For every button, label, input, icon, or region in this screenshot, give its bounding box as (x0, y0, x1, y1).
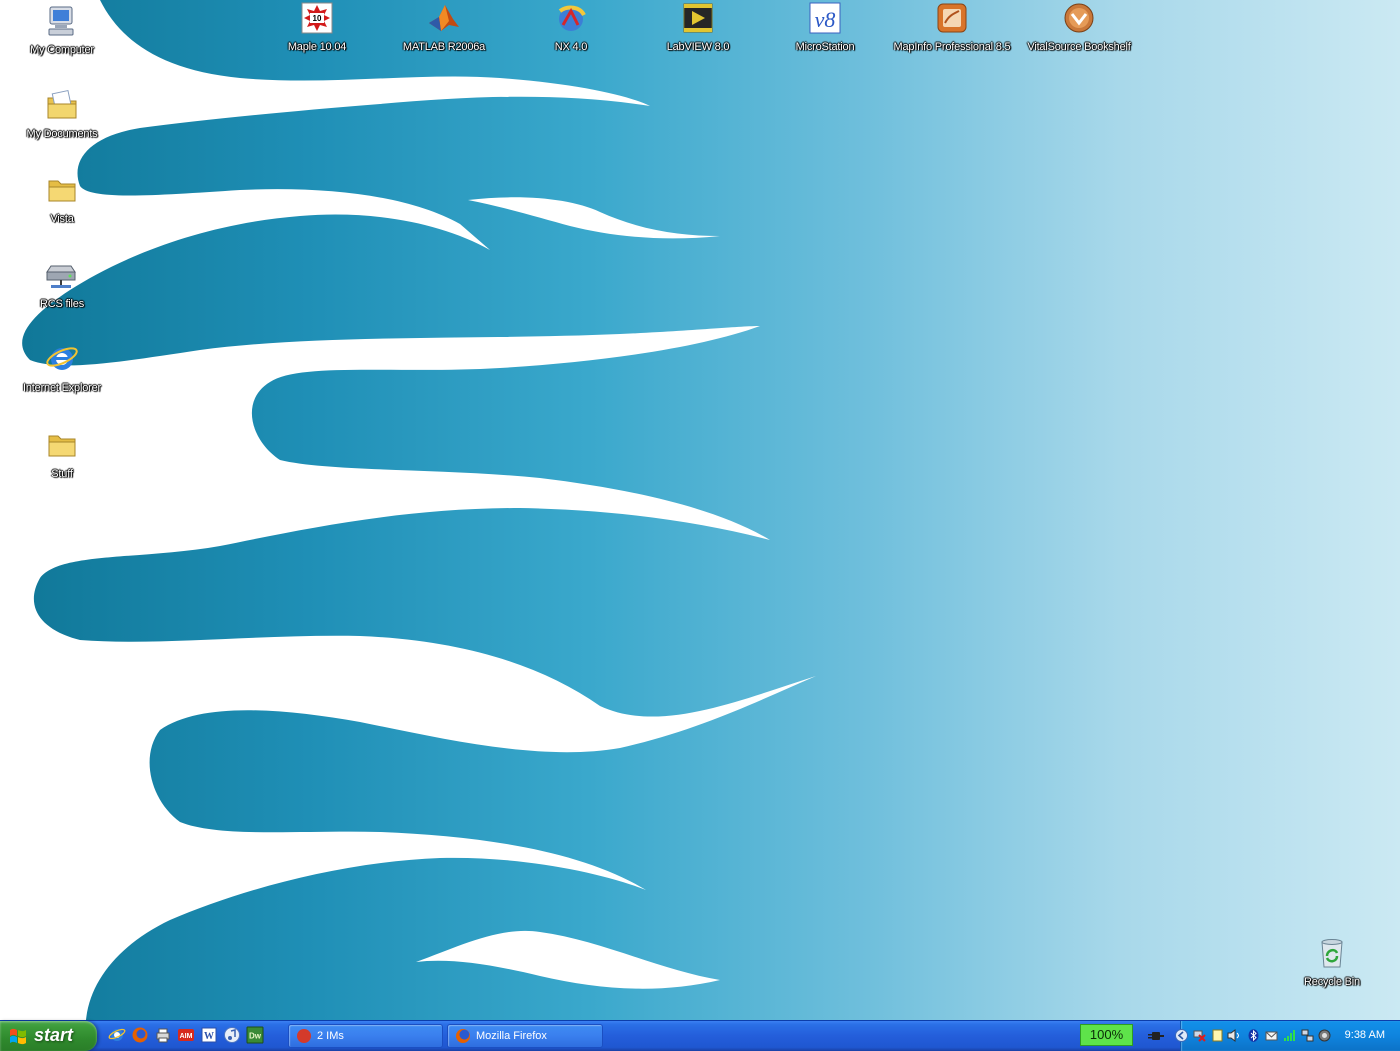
taskbar-button-label: Mozilla Firefox (476, 1030, 547, 1042)
nx-icon (558, 5, 586, 31)
speaker-icon[interactable] (1227, 1029, 1240, 1042)
desktop-icon-label: RCS files (39, 298, 85, 310)
taskbar-button-label: 2 IMs (317, 1030, 344, 1042)
desktop-icon-microstation[interactable]: v8 MicroStation (763, 1, 887, 55)
my-documents-icon (47, 89, 77, 119)
dreamweaver-icon[interactable]: Dw (246, 1026, 264, 1044)
signal-icon[interactable] (1283, 1029, 1296, 1042)
notepad-icon[interactable] (1211, 1029, 1224, 1042)
desktop-icon-label: MapInfo Professional 8.5 (893, 41, 1011, 53)
desktop-icon-vitalsource[interactable]: VitalSource Bookshelf (1017, 1, 1141, 55)
svg-text:AIM: AIM (180, 1033, 193, 1040)
labview-icon (683, 3, 713, 33)
desktop-icon-internet-explorer[interactable]: Internet Explorer (0, 342, 124, 396)
system-tray: 9:38 AM (1175, 1021, 1400, 1051)
network-error-icon[interactable] (1193, 1029, 1206, 1042)
matlab-icon (429, 5, 459, 31)
printer-icon[interactable] (154, 1026, 172, 1044)
im-icon (297, 1029, 311, 1043)
desktop-icon-my-documents[interactable]: My Documents (0, 88, 124, 142)
svg-text:v8: v8 (815, 7, 836, 32)
desktop-icon-label: My Computer (30, 44, 94, 56)
desktop-icon-label: NX 4.0 (554, 41, 588, 53)
firefox-icon[interactable] (131, 1026, 149, 1044)
flame-wallpaper (0, 0, 1400, 1020)
desktop-icon-maple[interactable]: 10 Maple 10.04 (255, 1, 379, 55)
desktop-icon-mapinfo[interactable]: MapInfo Professional 8.5 (890, 1, 1014, 55)
desktop-icon-label: LabVIEW 8.0 (666, 41, 730, 53)
desktop-icon-label: Recycle Bin (1304, 976, 1360, 988)
back-icon[interactable] (1175, 1029, 1188, 1042)
network-icon[interactable] (1301, 1029, 1314, 1042)
start-label: start (34, 1025, 74, 1045)
desktop-icon-recycle-bin[interactable]: Recycle Bin (1270, 936, 1394, 990)
desktop-icon-label: VitalSource Bookshelf (1027, 41, 1131, 53)
internet-explorer-icon[interactable] (108, 1026, 126, 1044)
internet-explorer-icon (46, 347, 78, 370)
desktop-icon-my-computer[interactable]: My Computer (0, 4, 124, 58)
aim-icon[interactable]: AIM (177, 1026, 195, 1044)
desktop-icon-label: My Documents (26, 128, 98, 140)
desktop-icon-label: Internet Explorer (23, 382, 101, 394)
desktop-icon-matlab[interactable]: MATLAB R2006a (382, 1, 506, 55)
svg-text:W: W (204, 1031, 214, 1042)
desktop-icon-rcs-files[interactable]: RCS files (0, 258, 124, 312)
shield-icon[interactable] (1318, 1029, 1331, 1042)
taskbar-button-firefox[interactable]: Mozilla Firefox (447, 1024, 603, 1048)
recycle-bin-icon (1321, 939, 1343, 968)
desktop-icon-nx[interactable]: NX 4.0 (509, 1, 633, 55)
my-computer-icon (48, 6, 74, 36)
desktop-icon-labview[interactable]: LabVIEW 8.0 (636, 1, 760, 55)
start-button[interactable]: start (0, 1021, 97, 1051)
folder-icon (48, 435, 76, 457)
microstation-icon: v8 (809, 2, 841, 34)
word-icon[interactable]: W (200, 1026, 218, 1044)
taskbar[interactable]: start AIM W Dw 2 IMs Mozilla Firefox 100… (0, 1020, 1400, 1051)
bluetooth-icon[interactable] (1247, 1029, 1260, 1042)
desktop-icon-vista[interactable]: Vista (0, 173, 124, 227)
desktop-icon-label: Vista (50, 213, 74, 225)
network-drive-icon (46, 265, 76, 288)
desktop-icon-label: MicroStation (795, 41, 855, 53)
desktop-icon-label: Maple 10.04 (287, 41, 347, 53)
maple-icon: 10 (301, 2, 333, 34)
firefox-icon (456, 1029, 470, 1043)
folder-icon (48, 180, 76, 202)
mapinfo-icon (937, 3, 967, 33)
svg-text:Dw: Dw (249, 1032, 262, 1041)
desktop-icon-stuff[interactable]: Stuff (0, 428, 124, 482)
zoom-level-indicator[interactable]: 100% (1080, 1024, 1133, 1046)
clock[interactable]: 9:38 AM (1345, 1029, 1385, 1041)
taskbar-button-ims[interactable]: 2 IMs (288, 1024, 443, 1048)
desktop-icon-label: Stuff (51, 468, 73, 480)
mail-icon[interactable] (1265, 1029, 1278, 1042)
vitalsource-icon (1064, 3, 1094, 33)
itunes-icon[interactable] (223, 1026, 241, 1044)
desktop-icon-label: MATLAB R2006a (402, 41, 486, 53)
power-icon[interactable] (1146, 1029, 1164, 1043)
svg-text:10: 10 (313, 14, 322, 23)
desktop[interactable]: My Computer My Documents Vista RCS files (0, 0, 1400, 1020)
windows-logo-icon (10, 1028, 26, 1045)
